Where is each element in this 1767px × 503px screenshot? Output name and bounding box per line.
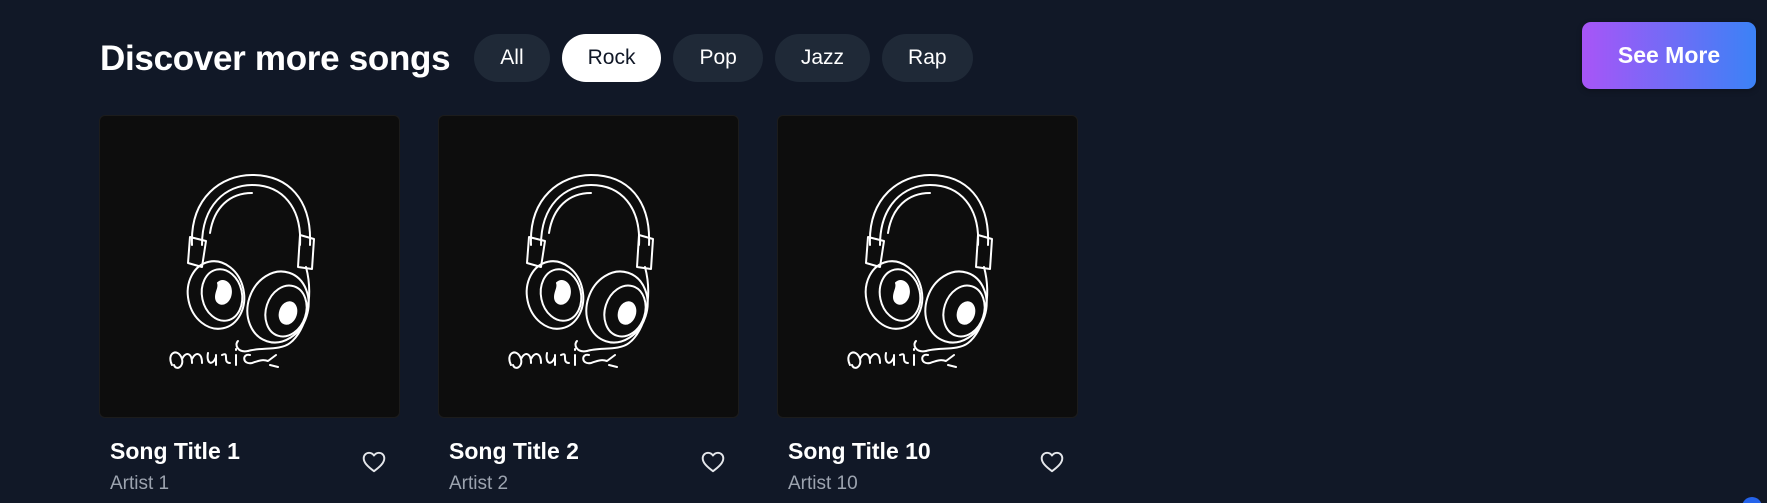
genre-chip-jazz[interactable]: Jazz [774, 34, 871, 82]
song-title[interactable]: Song Title 2 [449, 438, 728, 465]
album-cover[interactable] [438, 115, 739, 418]
song-meta: Song Title 10 Artist 10 [777, 418, 1078, 503]
artist-name[interactable]: Artist 2 [449, 473, 728, 495]
heart-icon[interactable] [1038, 448, 1066, 476]
song-meta: Song Title 2 Artist 2 [438, 418, 739, 503]
song-title[interactable]: Song Title 1 [110, 438, 389, 465]
genre-chip-all[interactable]: All [474, 34, 550, 82]
song-card[interactable]: Song Title 10 Artist 10 [777, 115, 1078, 503]
headphones-music-icon [168, 173, 315, 369]
page: Discover more songs All Rock Pop Jazz Ra… [0, 0, 1767, 503]
headphones-music-icon [507, 173, 654, 369]
song-meta: Song Title 1 Artist 1 [99, 418, 400, 503]
artist-name[interactable]: Artist 10 [788, 473, 1067, 495]
song-title[interactable]: Song Title 10 [788, 438, 1067, 465]
see-more-button[interactable]: See More [1582, 22, 1756, 89]
section-header: Discover more songs All Rock Pop Jazz Ra… [100, 22, 1756, 94]
genre-chip-rap[interactable]: Rap [882, 34, 973, 82]
genre-chip-pop[interactable]: Pop [673, 34, 763, 82]
genre-filter-chips: All Rock Pop Jazz Rap [474, 34, 973, 82]
floating-action-button[interactable] [1742, 497, 1762, 503]
heart-icon[interactable] [360, 448, 388, 476]
song-card[interactable]: Song Title 1 Artist 1 [99, 115, 400, 503]
artist-name[interactable]: Artist 1 [110, 473, 389, 495]
song-card-list: Song Title 1 Artist 1 Song Title 2 Artis… [99, 115, 1078, 503]
headphones-music-icon [846, 173, 993, 369]
album-cover[interactable] [99, 115, 400, 418]
song-card[interactable]: Song Title 2 Artist 2 [438, 115, 739, 503]
genre-chip-rock[interactable]: Rock [561, 34, 662, 82]
heart-icon[interactable] [699, 448, 727, 476]
section-title: Discover more songs [100, 38, 451, 78]
album-cover[interactable] [777, 115, 1078, 418]
